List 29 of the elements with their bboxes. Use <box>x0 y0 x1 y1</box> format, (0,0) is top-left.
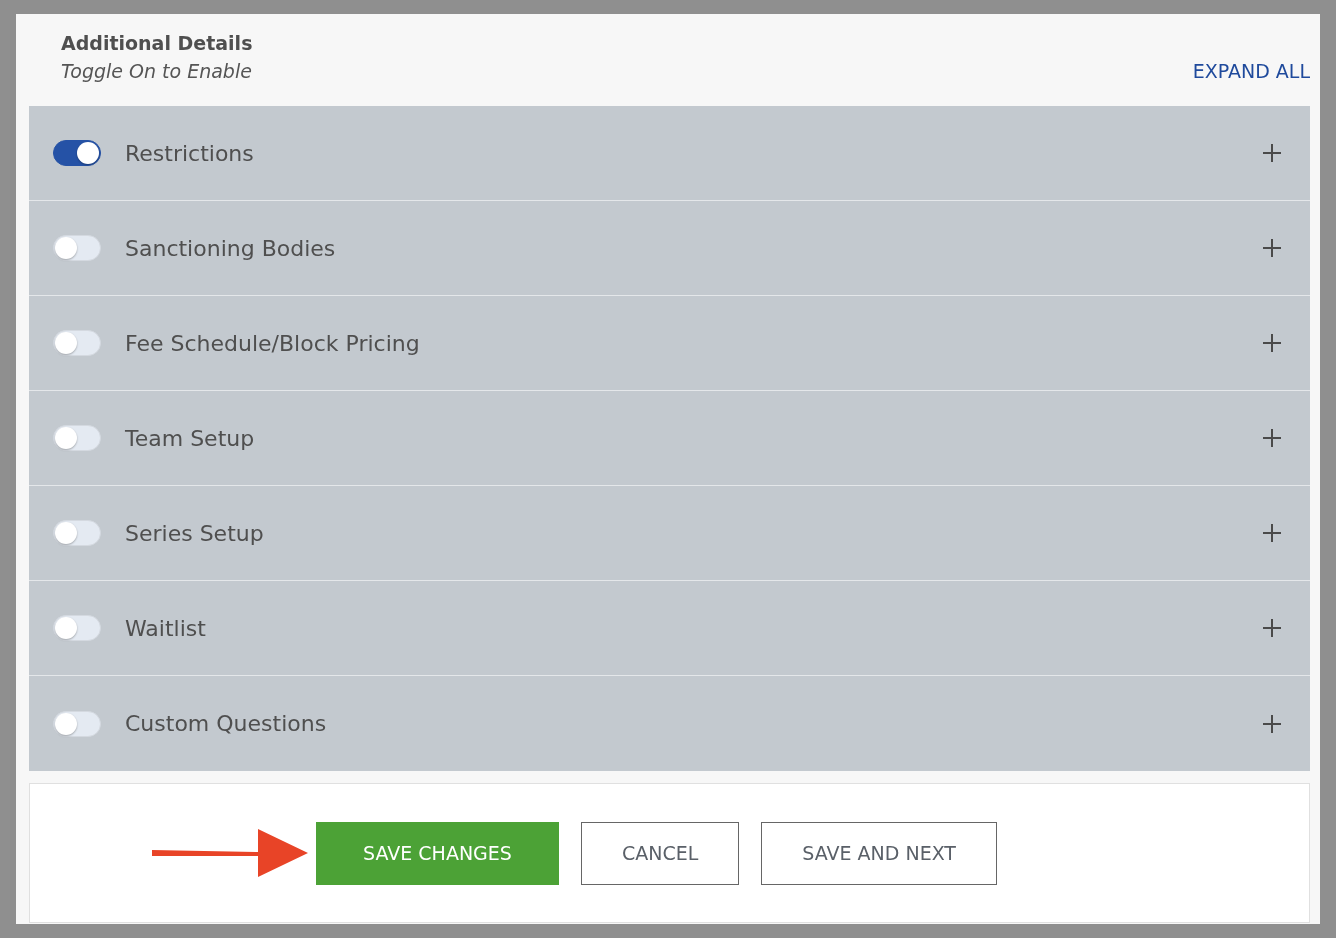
plus-icon[interactable] <box>1262 618 1282 638</box>
accordion-row[interactable]: Team Setup <box>29 391 1310 486</box>
expand-all-link[interactable]: EXPAND ALL <box>1192 60 1310 82</box>
accordion-row[interactable]: Waitlist <box>29 581 1310 676</box>
accordion-row[interactable]: Series Setup <box>29 486 1310 581</box>
accordion-row[interactable]: Restrictions <box>29 106 1310 201</box>
plus-icon[interactable] <box>1262 143 1282 163</box>
section-label: Waitlist <box>125 615 207 641</box>
accordion-row[interactable]: Fee Schedule/Block Pricing <box>29 296 1310 391</box>
plus-icon[interactable] <box>1262 238 1282 258</box>
plus-icon[interactable] <box>1262 428 1282 448</box>
section-label: Team Setup <box>125 425 256 451</box>
arrow-icon <box>152 827 308 879</box>
save-button[interactable]: SAVE CHANGES <box>316 821 559 885</box>
section-subtitle: Toggle On to Enable <box>61 60 253 82</box>
secondary-button[interactable]: CANCEL <box>581 821 740 885</box>
accordion-row[interactable]: Custom Questions <box>29 676 1310 771</box>
secondary-button[interactable]: SAVE AND NEXT <box>761 821 997 885</box>
toggle-switch[interactable] <box>53 140 101 166</box>
section-label: Sanctioning Bodies <box>125 235 337 261</box>
section-label: Fee Schedule/Block Pricing <box>125 330 421 356</box>
plus-icon[interactable] <box>1262 713 1282 734</box>
section-title: Additional Details <box>61 32 253 54</box>
plus-icon[interactable] <box>1262 333 1282 353</box>
plus-icon[interactable] <box>1262 523 1282 543</box>
section-label: Custom Questions <box>125 711 328 736</box>
section-label: Restrictions <box>125 140 255 166</box>
section-label: Series Setup <box>125 520 265 546</box>
accordion-row[interactable]: Sanctioning Bodies <box>29 201 1310 296</box>
